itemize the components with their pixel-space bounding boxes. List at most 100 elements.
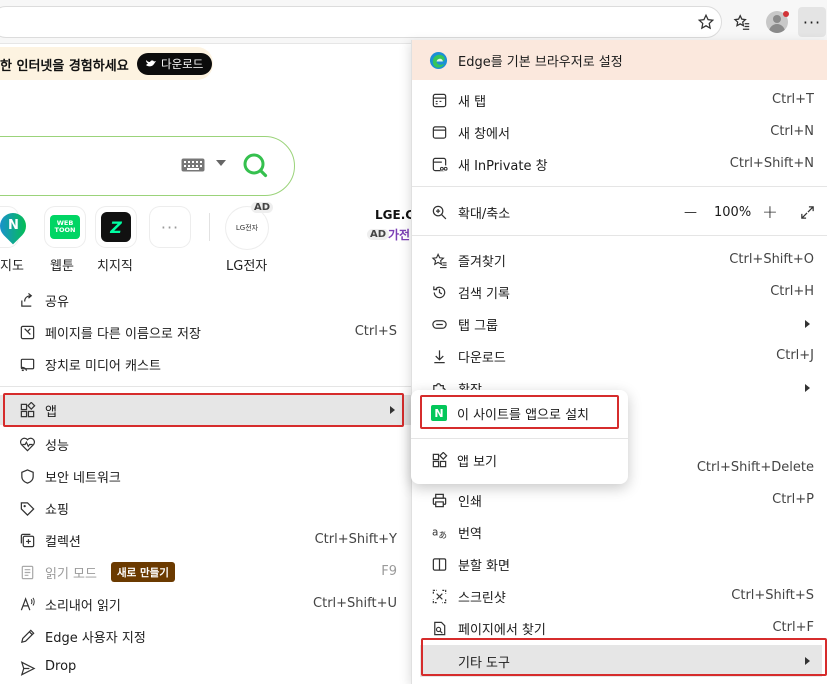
menu-item-inprivate[interactable]: 새 InPrivate 창 Ctrl+Shift+N	[412, 149, 827, 179]
shortcut-ad-badge: AD	[251, 202, 274, 213]
shortcut-chzzk[interactable]: Z	[96, 207, 136, 247]
tab-groups-icon	[430, 315, 448, 333]
address-bar[interactable]	[0, 6, 722, 38]
menu-separator	[0, 386, 414, 387]
menu-item-customize-edge[interactable]: Edge 사용자 지정	[0, 621, 414, 651]
save-page-icon	[18, 323, 36, 341]
menu-item-collections[interactable]: 컬렉션 Ctrl+Shift+Y	[0, 525, 414, 555]
notification-dot	[783, 11, 789, 17]
chzzk-icon: Z	[101, 212, 131, 242]
menu-item-split-screen[interactable]: 분할 화면	[412, 549, 827, 579]
menu-item-reading-mode: 읽기 모드 새로 만들기 F9	[0, 557, 414, 587]
screenshot-icon	[430, 587, 448, 605]
split-screen-icon	[430, 555, 448, 573]
print-icon	[430, 491, 448, 509]
apps-highlight-outline	[3, 393, 404, 427]
settings-more-button[interactable]: ···	[798, 7, 826, 37]
ad-subtitle[interactable]: 가전	[388, 226, 410, 243]
download-button[interactable]: 다운로드	[137, 53, 213, 75]
menu-item-cast[interactable]: 장치로 미디어 캐스트	[0, 349, 414, 379]
read-aloud-icon	[18, 595, 36, 613]
fullscreen-icon[interactable]	[798, 203, 816, 221]
history-icon	[430, 283, 448, 301]
favorites-icon	[430, 251, 448, 269]
shortcut-map[interactable]: N	[0, 207, 32, 247]
collections-icon	[18, 531, 36, 549]
menu-item-performance[interactable]: 성능	[0, 429, 414, 459]
menu-item-read-aloud[interactable]: 소리내어 읽기 Ctrl+Shift+U	[0, 589, 414, 619]
menu-item-shopping[interactable]: 쇼핑	[0, 493, 414, 523]
more-shortcuts-icon: ···	[160, 217, 180, 237]
keyboard-icon[interactable]	[181, 158, 205, 172]
menu-item-new-window[interactable]: 새 창에서 Ctrl+N	[412, 117, 827, 147]
favorite-star-icon[interactable]	[694, 10, 718, 34]
menu-item-history[interactable]: 검색 기록 Ctrl+H	[412, 277, 827, 307]
shortcut-label-map: 지도	[0, 259, 24, 274]
cast-icon	[18, 355, 36, 373]
share-icon	[18, 291, 36, 309]
browser-toolbar: ···	[0, 0, 827, 44]
shield-icon	[18, 467, 36, 485]
edge-logo-icon	[429, 51, 448, 70]
send-icon	[18, 659, 36, 677]
new-window-icon	[430, 123, 448, 141]
more-tools-highlight-outline	[421, 638, 827, 676]
inprivate-icon	[430, 155, 448, 173]
lg-logo-icon: LG전자	[235, 224, 259, 232]
menu-item-drop[interactable]: Drop	[0, 653, 414, 683]
performance-icon	[18, 435, 36, 453]
webtoon-icon: WEB TOON	[50, 215, 80, 239]
shortcut-divider	[209, 213, 210, 241]
install-app-highlight-outline	[420, 395, 619, 429]
new-tab-icon	[430, 91, 448, 109]
keyboard-dropdown-icon[interactable]	[216, 160, 226, 166]
shortcut-lg[interactable]: LG전자	[226, 207, 268, 249]
shortcut-label-chzzk: 치지직	[97, 259, 133, 274]
default-browser-banner[interactable]: Edge를 기본 브라우저로 설정	[412, 40, 827, 80]
shortcut-webtoon[interactable]: WEB TOON	[45, 207, 85, 247]
more-tools-submenu: 공유 페이지를 다른 이름으로 저장 Ctrl+S 장치로 미디어 캐스트 앱 …	[0, 283, 414, 684]
new-feature-badge: 새로 만들기	[111, 562, 175, 582]
submenu-arrow-icon	[805, 320, 810, 328]
download-icon	[430, 347, 448, 365]
menu-item-share[interactable]: 공유	[0, 285, 414, 315]
download-button-label: 다운로드	[161, 57, 204, 71]
menu-separator	[411, 438, 628, 439]
svg-text:a: a	[431, 526, 437, 538]
shortcut-more[interactable]: ···	[150, 207, 190, 247]
promo-banner: 한 인터넷을 경험하세요 다운로드	[0, 47, 213, 80]
shortcut-label-lg: LG전자	[226, 259, 268, 274]
menu-item-tab-groups[interactable]: 탭 그룹	[412, 309, 827, 339]
menu-item-downloads[interactable]: 다운로드 Ctrl+J	[412, 341, 827, 371]
menu-separator	[412, 186, 827, 187]
settings-menu: Edge를 기본 브라우저로 설정 새 탭 Ctrl+T 새 창에서 Ctrl+…	[411, 40, 827, 684]
reading-mode-icon	[18, 563, 36, 581]
more-dots-icon: ···	[802, 12, 822, 32]
menu-item-view-apps[interactable]: 앱 보기	[411, 445, 628, 475]
menu-item-save-page[interactable]: 페이지를 다른 이름으로 저장 Ctrl+S	[0, 317, 414, 347]
zoom-in-button[interactable]: +	[762, 197, 778, 227]
menu-item-translate[interactable]: aあ 번역	[412, 517, 827, 547]
banner-text: 한 인터넷을 경험하세요	[0, 59, 129, 74]
favorites-list-icon[interactable]	[730, 10, 754, 34]
svg-text:あ: あ	[438, 531, 447, 541]
zoom-out-button[interactable]: —	[684, 197, 697, 227]
shortcut-label-webtoon: 웹툰	[50, 259, 74, 274]
menu-item-secure-network[interactable]: 보안 네트워크	[0, 461, 414, 491]
menu-item-print[interactable]: 인쇄 Ctrl+P	[412, 485, 827, 515]
translate-icon: aあ	[430, 523, 448, 541]
submenu-arrow-icon	[805, 384, 810, 392]
tag-icon	[18, 499, 36, 517]
ad-badge: AD	[367, 229, 390, 240]
search-icon[interactable]	[241, 151, 269, 179]
apps-icon	[430, 451, 448, 469]
menu-item-screenshot[interactable]: 스크린샷 Ctrl+Shift+S	[412, 581, 827, 611]
apps-flyout: N 이 사이트를 앱으로 설치 앱 보기	[411, 390, 628, 484]
default-browser-label: Edge를 기본 브라우저로 설정	[458, 55, 623, 70]
menu-item-favorites[interactable]: 즐겨찾기 Ctrl+Shift+O	[412, 245, 827, 275]
pen-icon	[18, 627, 36, 645]
bird-icon	[146, 60, 156, 67]
zoom-level: 100%	[714, 204, 752, 220]
menu-separator	[412, 235, 827, 236]
menu-item-new-tab[interactable]: 새 탭 Ctrl+T	[412, 85, 827, 115]
